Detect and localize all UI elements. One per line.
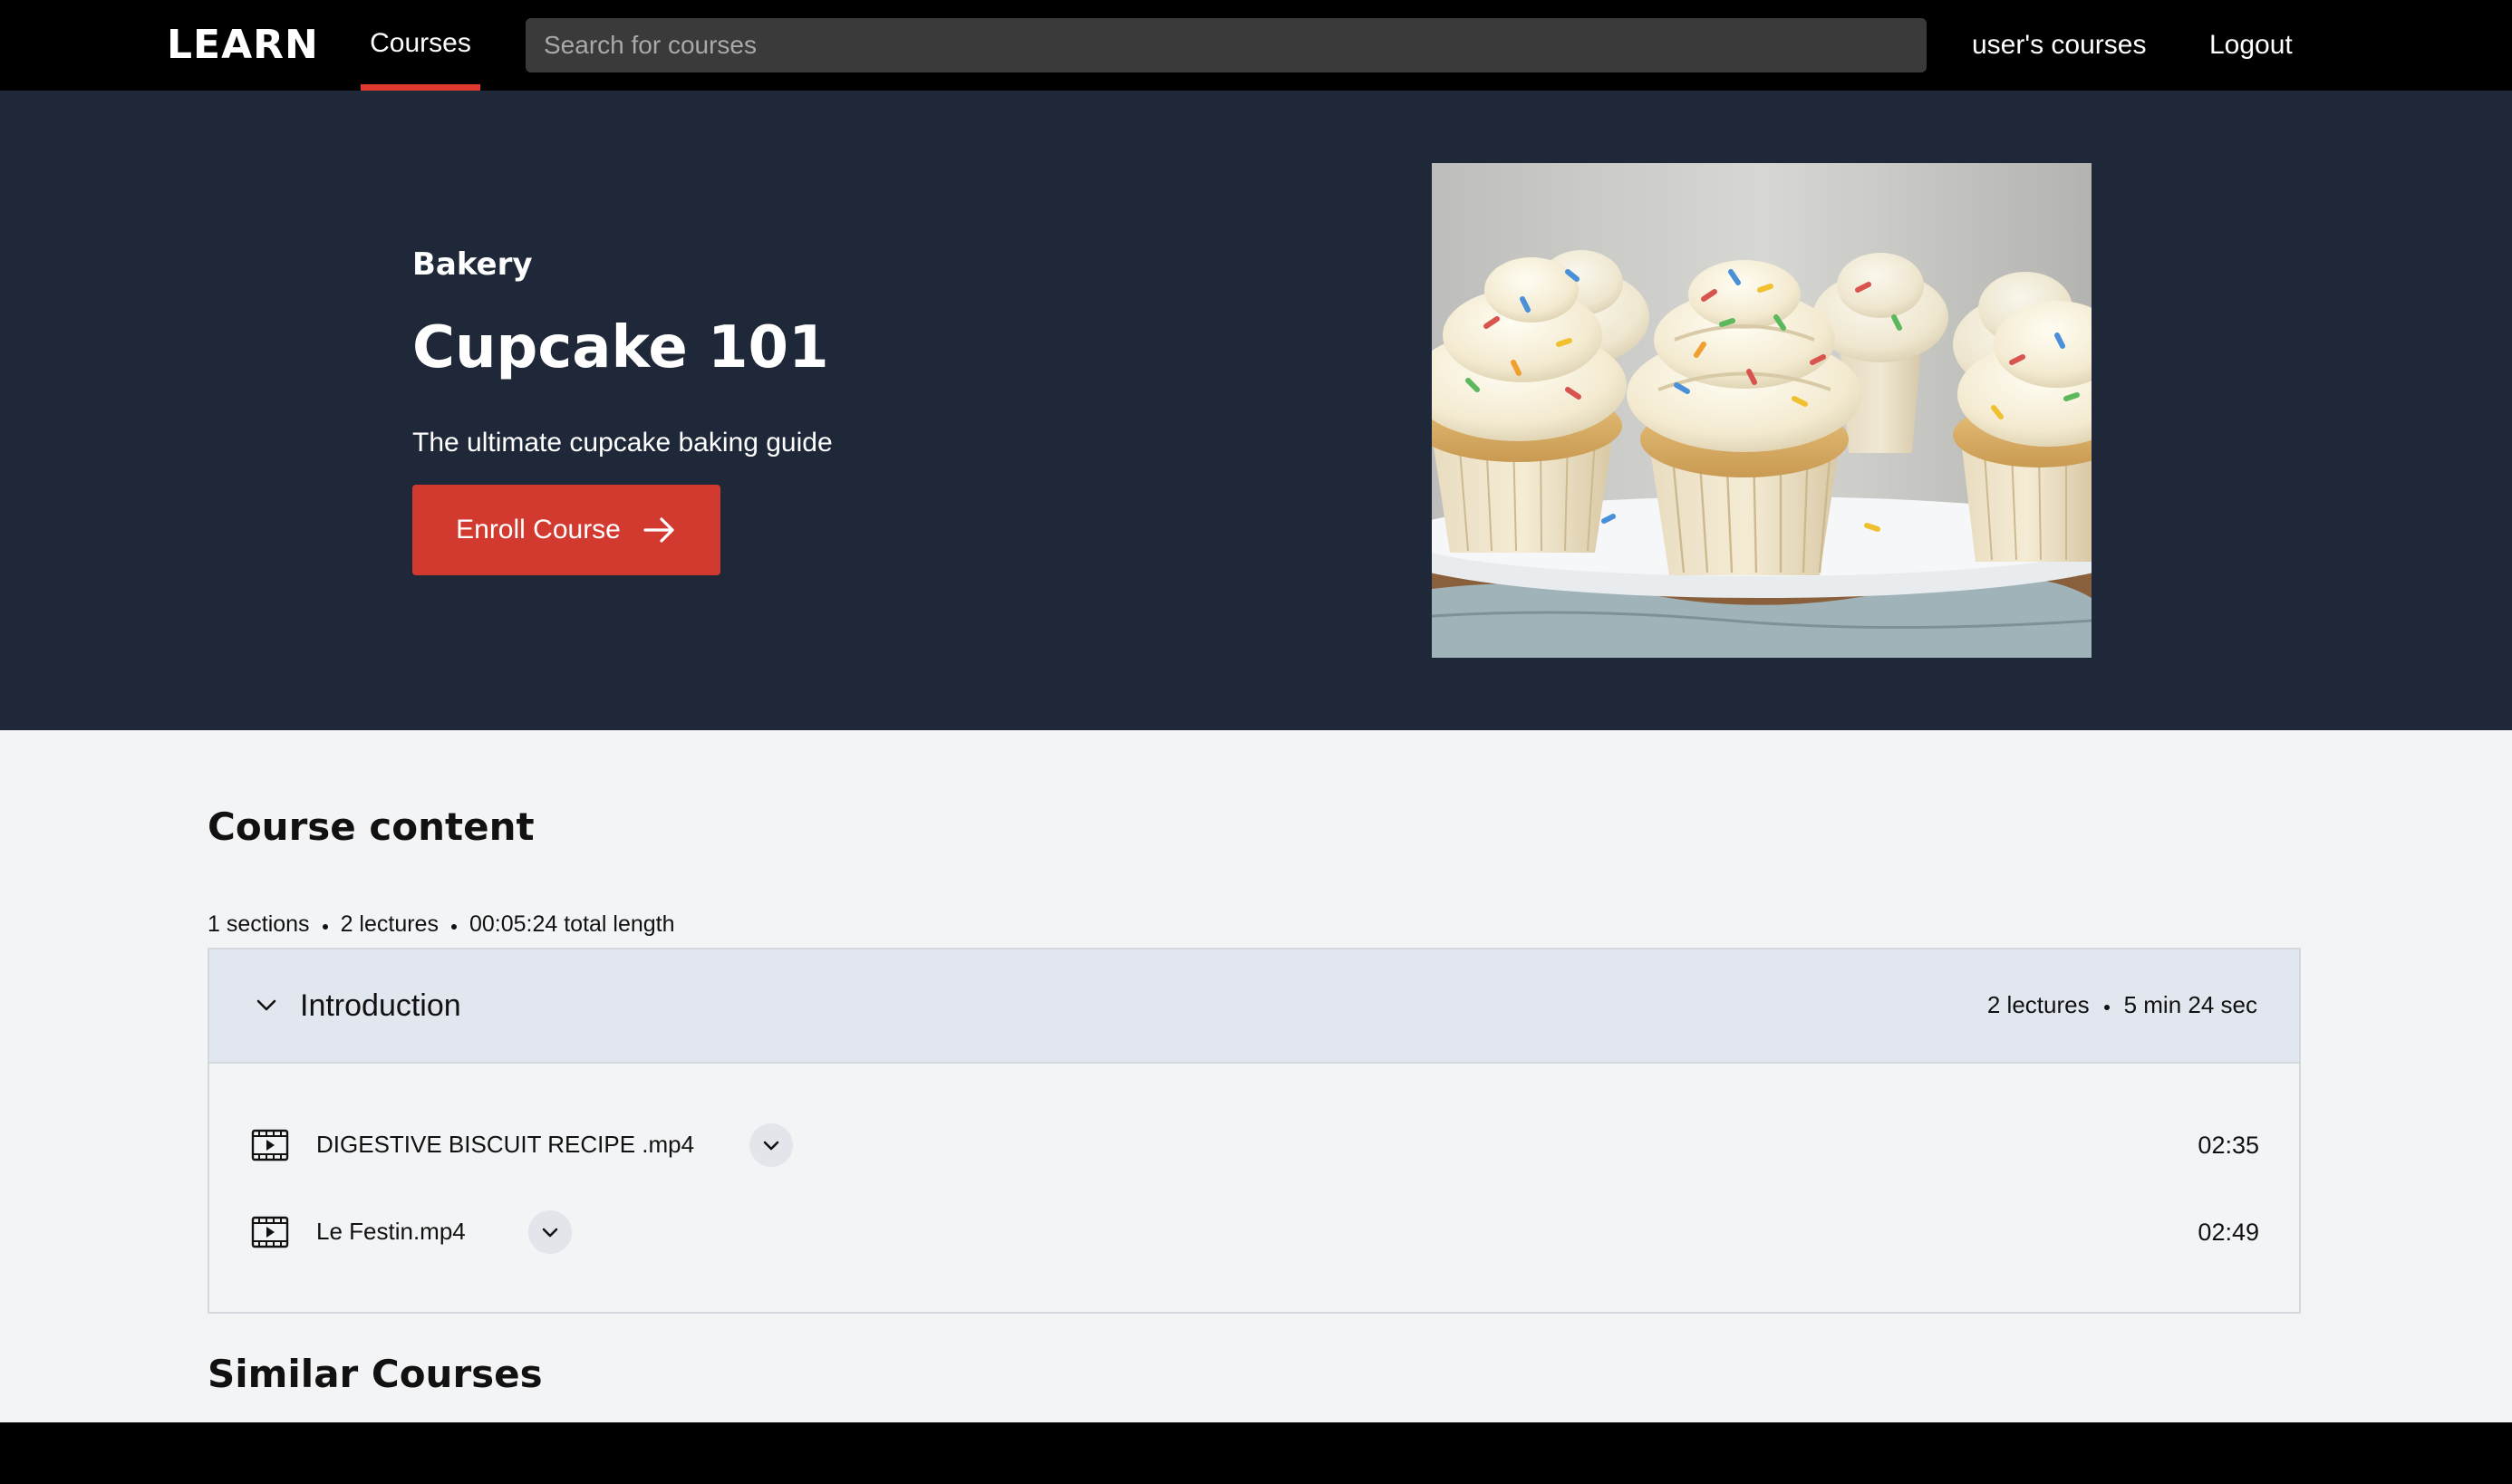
nav-logout-link[interactable]: Logout [2209, 18, 2293, 72]
nav-courses-link[interactable]: Courses [361, 0, 480, 91]
section-duration: 5 min 24 sec [2123, 991, 2257, 1018]
lecture-item[interactable]: Le Festin.mp4 02:49 [251, 1205, 2259, 1259]
course-sections-panel: Introduction 2 lectures 5 min 24 sec DIG… [208, 948, 2301, 1314]
cupcake-illustration [1432, 163, 2092, 658]
stats-sections: 1 sections [208, 911, 310, 937]
lecture-title[interactable]: Le Festin.mp4 [316, 1218, 466, 1246]
course-stats: 1 sections 2 lectures 00:05:24 total len… [208, 911, 675, 938]
section-lecture-count: 2 lectures [1986, 991, 2090, 1018]
course-category: Bakery [412, 246, 533, 283]
lecture-item[interactable]: DIGESTIVE BISCUIT RECIPE .mp4 02:35 [251, 1118, 2259, 1172]
lecture-duration: 02:49 [2198, 1219, 2259, 1246]
lecture-expand-button[interactable] [749, 1123, 793, 1167]
course-content-heading: Course content [208, 805, 535, 849]
video-icon [251, 1129, 289, 1161]
chevron-down-icon [542, 1228, 558, 1238]
search-input[interactable] [526, 18, 1927, 72]
section-header-introduction[interactable]: Introduction 2 lectures 5 min 24 sec [209, 949, 2299, 1064]
section-title: Introduction [300, 988, 461, 1023]
separator-dot [2103, 1004, 2110, 1010]
top-navbar: LEARN Courses user's courses Logout [0, 0, 2512, 91]
chevron-down-icon [256, 999, 276, 1011]
nav-user-courses-link[interactable]: user's courses [1972, 18, 2146, 72]
lecture-expand-button[interactable] [528, 1210, 572, 1254]
enroll-course-button[interactable]: Enroll Course [412, 485, 720, 575]
section-meta: 2 lectures 5 min 24 sec [1987, 991, 2257, 1019]
separator-dot [450, 923, 457, 930]
similar-courses-heading: Similar Courses [208, 1352, 543, 1396]
course-title: Cupcake 101 [412, 314, 829, 381]
arrow-right-icon [643, 517, 674, 543]
video-icon [251, 1216, 289, 1248]
stats-length: 00:05:24 total length [469, 911, 675, 937]
course-subtitle: The ultimate cupcake baking guide [412, 428, 833, 458]
logo[interactable]: LEARN [167, 18, 319, 72]
course-image [1432, 163, 2092, 658]
course-hero: Bakery Cupcake 101 The ultimate cupcake … [0, 91, 2512, 730]
enroll-button-label: Enroll Course [456, 515, 621, 544]
lecture-title[interactable]: DIGESTIVE BISCUIT RECIPE .mp4 [316, 1131, 694, 1159]
chevron-down-icon [763, 1141, 779, 1151]
separator-dot [322, 923, 328, 930]
lecture-duration: 02:35 [2198, 1132, 2259, 1159]
stats-lectures: 2 lectures [340, 911, 439, 937]
footer [0, 1422, 2512, 1484]
